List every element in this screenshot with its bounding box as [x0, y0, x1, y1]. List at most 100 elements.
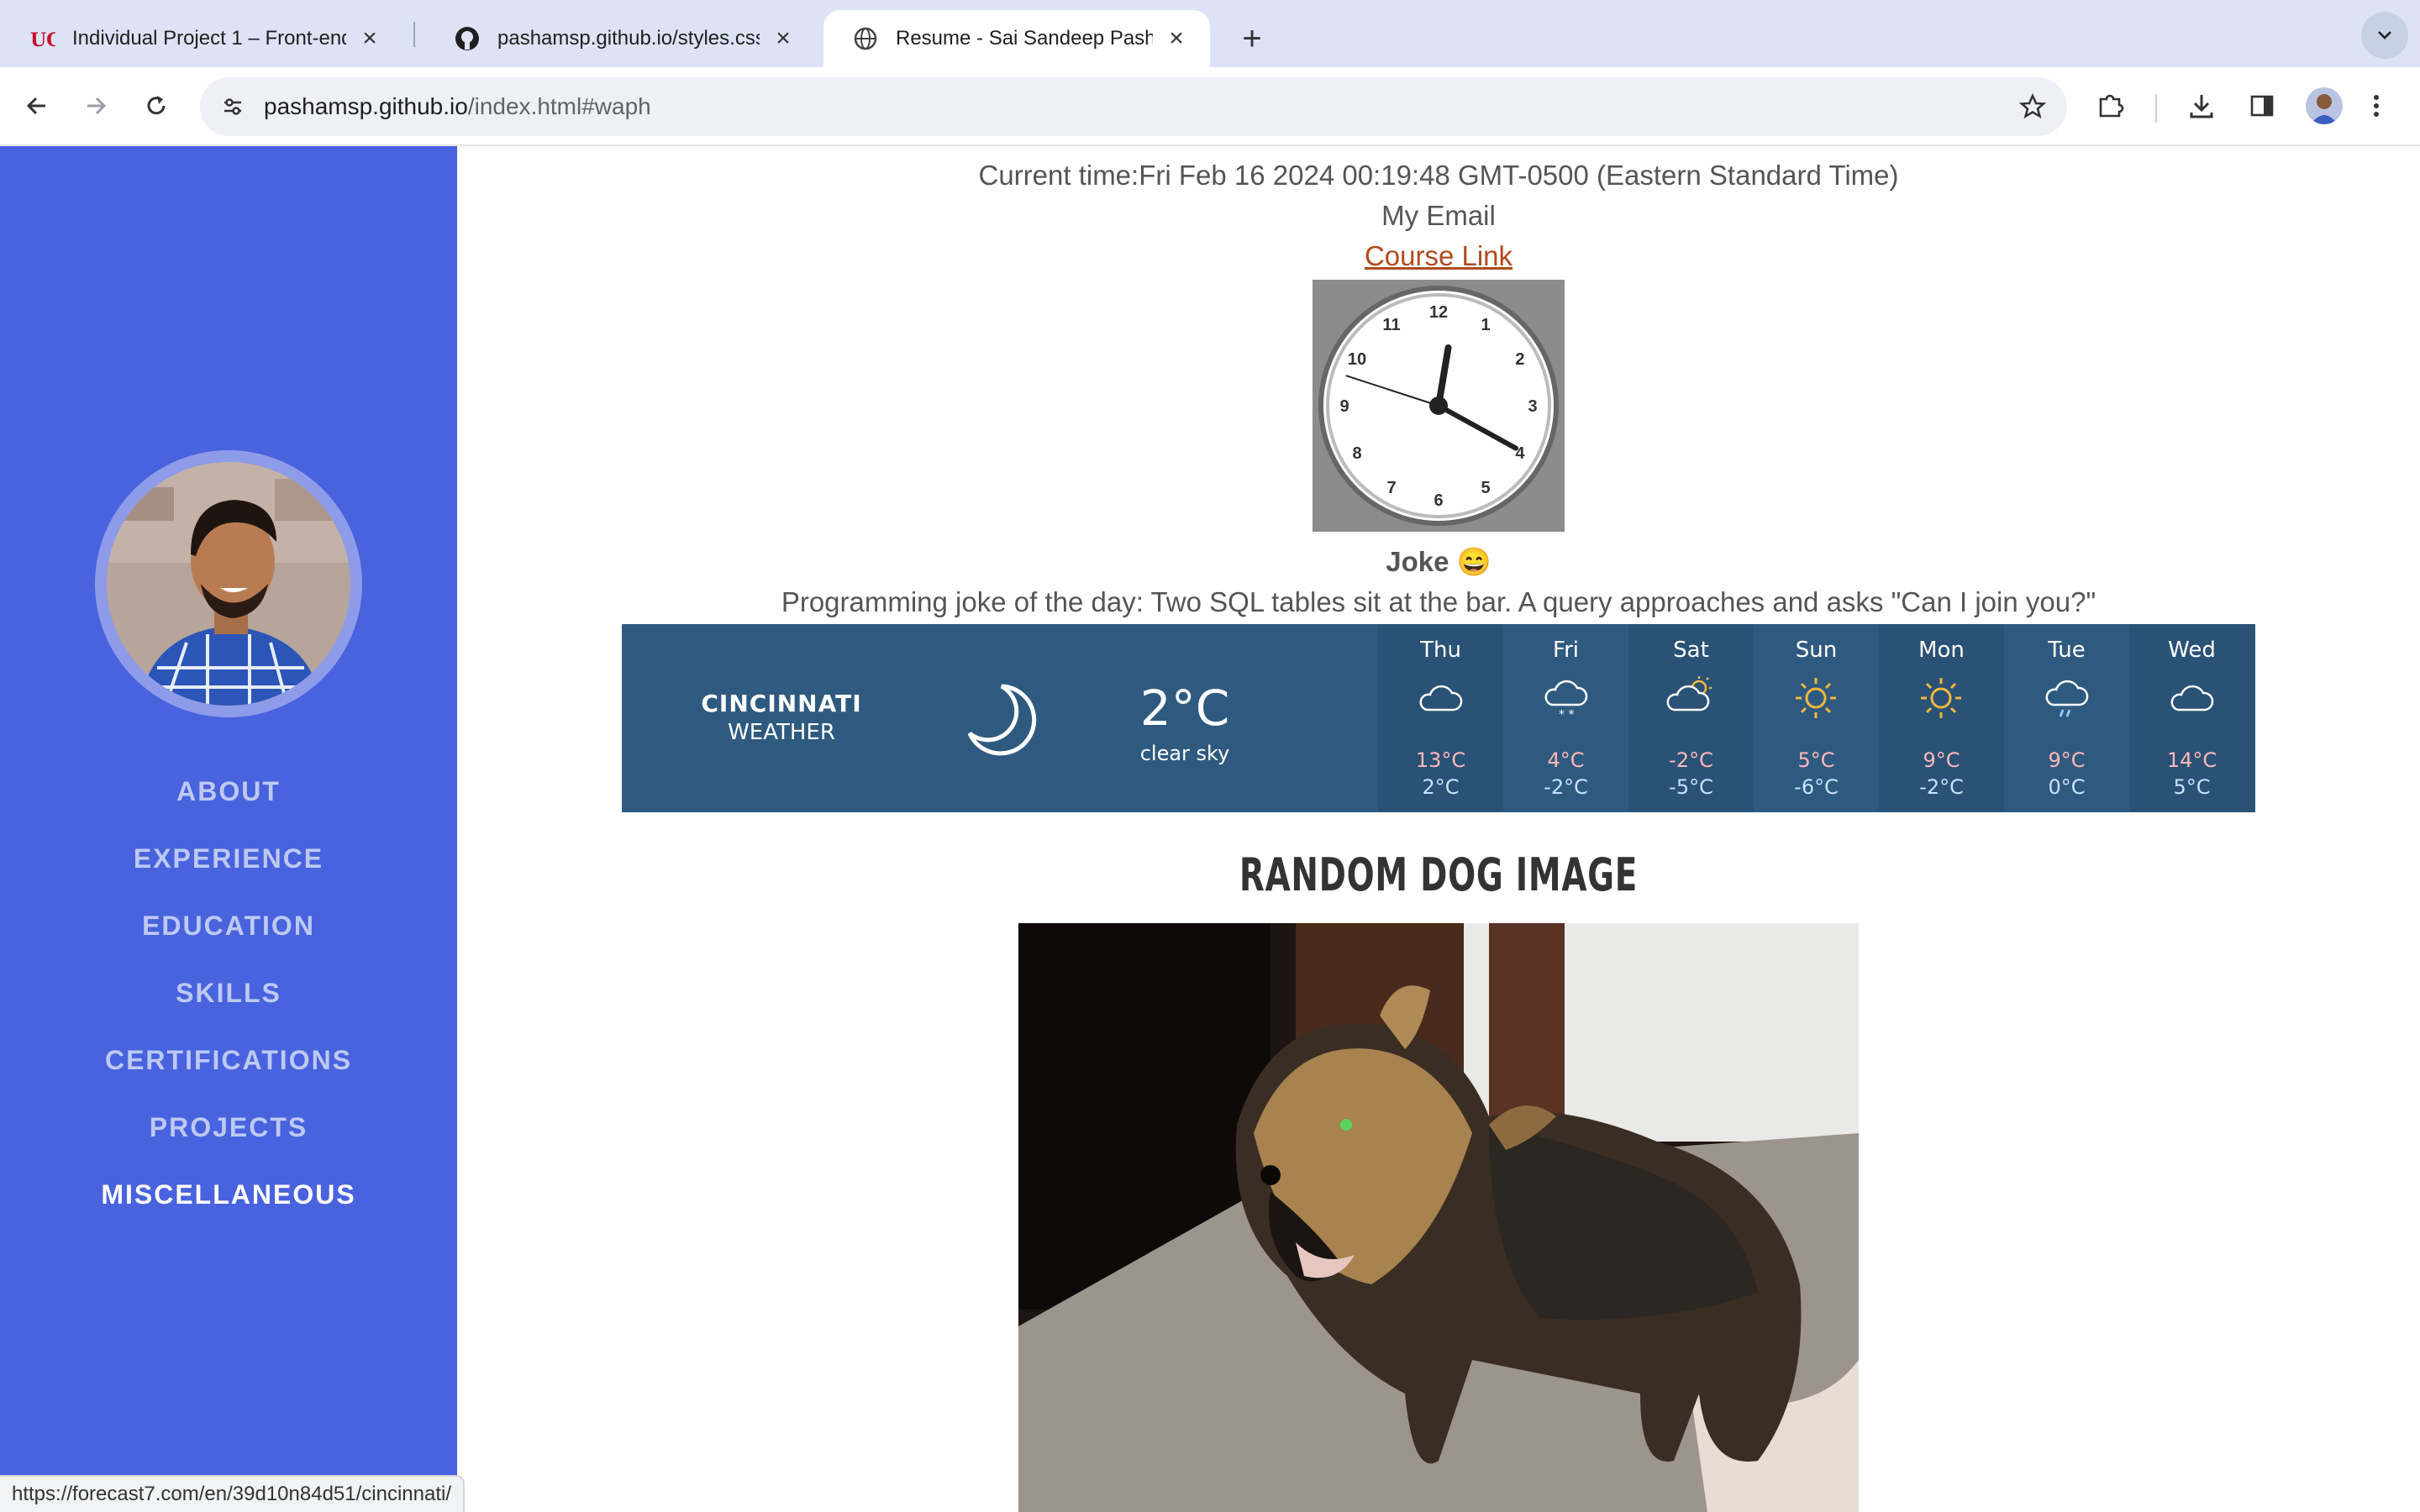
- close-icon[interactable]: ×: [356, 24, 383, 52]
- profile-avatar[interactable]: [2306, 87, 2343, 124]
- url-text[interactable]: pashamsp.github.io/index.html#waph: [264, 93, 651, 120]
- current-time: Current time:Fri Feb 16 2024 00:19:48 GM…: [978, 160, 1899, 191]
- joke-heading: Joke 😄: [1386, 546, 1491, 577]
- forecast-day-name: Mon: [1918, 638, 1965, 663]
- clock-numeral: 9: [1339, 397, 1349, 416]
- close-icon[interactable]: ×: [1163, 24, 1190, 52]
- download-icon: [2190, 95, 2213, 118]
- analog-clock: 12 1 2 3 4 5 6 7 8 9 10 11: [1313, 280, 1565, 532]
- toolbar-divider: [2155, 94, 2157, 123]
- moon-icon: [958, 680, 1039, 760]
- forecast-high: 13°C: [1415, 748, 1466, 772]
- clock-numeral: 6: [1434, 491, 1443, 510]
- nav-certifications[interactable]: CERTIFICATIONS: [0, 1026, 457, 1094]
- forecast-high: 9°C: [2048, 748, 2086, 772]
- dog-section-title: RANDOM DOG IMAGE: [1239, 848, 1639, 901]
- site-settings-icon[interactable]: [213, 87, 252, 126]
- forecast-day-name: Fri: [1553, 638, 1579, 663]
- cloud-icon: [2166, 673, 2217, 723]
- address-bar[interactable]: pashamsp.github.io/index.html#waph: [200, 77, 2067, 136]
- weather-widget[interactable]: CINCINNATI WEATHER 2°C clear sky Thu 13°…: [622, 624, 2255, 812]
- uc-logo-icon: UC: [29, 25, 55, 52]
- forecast-high: 14°C: [2166, 748, 2217, 772]
- github-icon: [454, 25, 481, 52]
- cloud-icon: [1415, 673, 1465, 723]
- nav-miscellaneous[interactable]: MISCELLANEOUS: [0, 1161, 457, 1228]
- reload-button[interactable]: [133, 82, 180, 129]
- bookmark-star-icon[interactable]: [2013, 87, 2052, 126]
- tab-styles-css[interactable]: pashamsp.github.io/styles.css ×: [425, 10, 817, 67]
- course-link[interactable]: Course Link: [457, 240, 2420, 272]
- tab-title: Individual Project 1 – Front-end: [72, 27, 346, 50]
- new-tab-button[interactable]: +: [1227, 13, 1277, 64]
- forecast-low: 2°C: [1422, 775, 1460, 799]
- random-dog-image: [1018, 923, 1859, 1512]
- clock-numeral: 12: [1429, 303, 1448, 322]
- profile-photo: [95, 450, 362, 717]
- clock-numeral: 7: [1386, 479, 1396, 497]
- partly-cloudy-icon: [1665, 673, 1716, 723]
- rain-cloud-icon: [2041, 673, 2091, 723]
- url-path: /index.html#waph: [467, 93, 651, 119]
- forecast-low: -6°C: [1794, 775, 1839, 799]
- forecast-high: 4°C: [1547, 748, 1585, 772]
- forecast-day-name: Sat: [1673, 638, 1709, 663]
- forecast-low: -2°C: [1544, 775, 1588, 799]
- downloads-button[interactable]: [2178, 82, 2225, 129]
- main-content: Current time:Fri Feb 16 2024 00:19:48 GM…: [457, 146, 2420, 1512]
- nav-skills[interactable]: SKILLS: [0, 959, 457, 1026]
- tab-search-button[interactable]: [2361, 12, 2408, 59]
- globe-icon: [852, 25, 879, 52]
- back-button[interactable]: [13, 82, 60, 129]
- forecast-day: Tue 9°C 0°C: [2004, 624, 2129, 812]
- weather-current-desc: clear sky: [1139, 742, 1230, 765]
- email-link[interactable]: My Email: [457, 200, 2420, 232]
- forecast-day-name: Wed: [2168, 638, 2216, 663]
- weather-current-temp: 2°C: [1139, 680, 1230, 737]
- arrow-right-icon: [87, 97, 107, 115]
- forecast-day: Sun 5°C -6°C: [1754, 624, 1879, 812]
- clock-numeral: 5: [1481, 479, 1490, 497]
- forecast-high: 5°C: [1797, 748, 1835, 772]
- tab-separator: [413, 22, 415, 47]
- weather-city: CINCINNATI: [701, 690, 862, 717]
- tab-title: pashamsp.github.io/styles.css: [497, 27, 760, 50]
- extensions-button[interactable]: [2087, 82, 2134, 129]
- nav-experience[interactable]: EXPERIENCE: [0, 825, 457, 892]
- forward-button[interactable]: [72, 82, 119, 129]
- arrow-left-icon: [26, 97, 45, 115]
- svg-text:UC: UC: [30, 29, 55, 51]
- tab-strip: UC Individual Project 1 – Front-end × pa…: [0, 0, 2420, 67]
- nav-about[interactable]: ABOUT: [0, 758, 457, 825]
- puzzle-icon: [2099, 94, 2124, 118]
- clock-numeral: 8: [1352, 444, 1361, 463]
- close-icon[interactable]: ×: [770, 24, 797, 52]
- clock-numeral: 10: [1348, 350, 1366, 369]
- tab-resume[interactable]: Resume - Sai Sandeep Pasham ×: [823, 10, 1210, 67]
- tab-individual-project[interactable]: UC Individual Project 1 – Front-end ×: [0, 10, 403, 67]
- browser-toolbar: pashamsp.github.io/index.html#waph: [0, 67, 2420, 146]
- forecast-high: -2°C: [1669, 748, 1713, 772]
- forecast-low: 0°C: [2048, 775, 2086, 799]
- forecast-low: 5°C: [2173, 775, 2211, 799]
- forecast-low: -2°C: [1919, 775, 1964, 799]
- clock-numeral: 1: [1481, 316, 1490, 334]
- forecast-day-name: Thu: [1420, 638, 1461, 663]
- clock-numeral: 11: [1382, 316, 1400, 334]
- side-panel-button[interactable]: [2238, 82, 2286, 129]
- link-status-bar: https://forecast7.com/en/39d10n84d51/cin…: [0, 1475, 466, 1512]
- snow-cloud-icon: * *: [1540, 673, 1591, 723]
- sun-icon: [1791, 673, 1841, 723]
- forecast-high: 9°C: [1923, 748, 1960, 772]
- sidebar: ABOUT EXPERIENCE EDUCATION SKILLS CERTIF…: [0, 146, 457, 1512]
- tab-title: Resume - Sai Sandeep Pasham: [896, 27, 1153, 50]
- forecast-day: Sat -2°C -5°C: [1628, 624, 1754, 812]
- browser-menu-button[interactable]: [2353, 82, 2400, 129]
- forecast-day: Fri * * 4°C -2°C: [1503, 624, 1628, 812]
- nav-projects[interactable]: PROJECTS: [0, 1094, 457, 1161]
- clock-numeral: 2: [1515, 350, 1524, 369]
- more-vertical-icon: [2374, 95, 2379, 117]
- sun-icon: [1916, 673, 1966, 723]
- nav-education[interactable]: EDUCATION: [0, 892, 457, 959]
- clock-center: [1429, 396, 1448, 415]
